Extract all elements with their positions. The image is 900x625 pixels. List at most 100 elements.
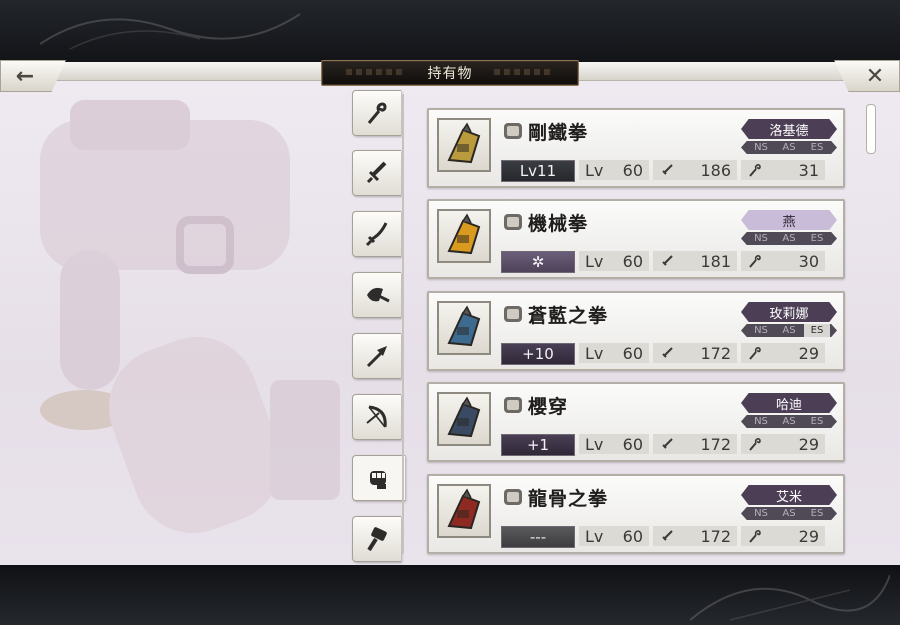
back-arrow-icon: ← (15, 63, 35, 89)
flag-as: AS (782, 508, 796, 519)
skill-flags: NS AS ES (741, 141, 837, 154)
fist-weapon-icon (447, 488, 481, 530)
magic-value: 29 (798, 434, 819, 454)
magic-value: 30 (798, 251, 819, 271)
level-value: 60 (622, 251, 643, 271)
owner-badge: 燕 (741, 210, 837, 230)
magic-stat: 30 (741, 251, 825, 271)
skill-flags: NS AS ES (741, 232, 837, 245)
upgrade-badge: +10 (501, 343, 575, 365)
fist-icon (370, 471, 386, 489)
magic-stat: 29 (741, 343, 825, 363)
list-item[interactable]: 剛鐵拳 洛基德 NS AS ES Lv11 Lv 60 186 31 (427, 108, 845, 188)
flag-as: AS (782, 142, 796, 153)
fist-weapon-icon (447, 305, 481, 347)
flag-as: AS (782, 325, 796, 336)
tab-staff[interactable] (352, 90, 401, 136)
close-icon: ✕ (865, 63, 885, 89)
owner-badge: 玫莉娜 (741, 302, 837, 322)
skill-flags: NS AS ES (741, 415, 837, 428)
tab-katana[interactable] (352, 211, 401, 257)
item-name: 蒼藍之拳 (528, 305, 609, 327)
tab-axe[interactable] (352, 272, 401, 318)
item-name: 龍骨之拳 (528, 488, 609, 510)
spear-icon (366, 346, 387, 368)
upgrade-badge: Lv11 (501, 160, 575, 182)
page-title: 持有物 (321, 60, 579, 86)
staff-stat-icon (749, 164, 761, 177)
tab-sword[interactable] (352, 150, 401, 196)
item-thumbnail (437, 392, 491, 446)
fist-weapon-icon (447, 396, 481, 438)
item-name: 機械拳 (528, 213, 589, 235)
fist-category-icon (504, 306, 522, 322)
ornament-icon (40, 13, 300, 50)
magic-stat: 29 (741, 526, 825, 546)
attack-stat: 172 (653, 434, 737, 454)
attack-stat: 181 (653, 251, 737, 271)
sword-stat-icon (662, 164, 673, 175)
level-label: Lv (585, 343, 604, 363)
level-stat: Lv 60 (579, 434, 649, 454)
attack-value: 172 (700, 343, 731, 363)
level-value: 60 (622, 434, 643, 454)
list-item[interactable]: 機械拳 燕 NS AS ES ✲ Lv 60 181 30 (427, 199, 845, 279)
level-label: Lv (585, 526, 604, 546)
level-label: Lv (585, 251, 604, 271)
attack-value: 181 (700, 251, 731, 271)
axe-icon (367, 287, 390, 303)
flag-ns: NS (754, 508, 768, 519)
staff-stat-icon (749, 530, 761, 543)
upgrade-badge: ✲ (501, 251, 575, 273)
staff-stat-icon (749, 438, 761, 451)
level-stat: Lv 60 (579, 343, 649, 363)
owner-badge: 艾米 (741, 485, 837, 505)
tab-fist[interactable] (352, 455, 405, 501)
background-chest-illustration (40, 100, 340, 534)
flag-as: AS (782, 416, 796, 427)
level-value: 60 (622, 160, 643, 180)
item-stats: ✲ Lv 60 181 30 (501, 251, 825, 273)
item-name: 剛鐵拳 (528, 122, 589, 144)
list-item[interactable]: 櫻穿 哈迪 NS AS ES +1 Lv 60 172 29 (427, 382, 845, 462)
flag-ns: NS (754, 142, 768, 153)
list-item[interactable]: 蒼藍之拳 玫莉娜 NS AS ES +10 Lv 60 172 29 (427, 291, 845, 371)
fist-weapon-icon (447, 213, 481, 255)
staff-icon (367, 102, 387, 124)
hammer-icon (367, 527, 387, 552)
flag-ns: NS (754, 325, 768, 336)
sword-stat-icon (662, 347, 673, 358)
magic-stat: 31 (741, 160, 825, 180)
sword-stat-icon (662, 255, 673, 266)
skill-flags: NS AS ES (741, 324, 837, 337)
item-stats: --- Lv 60 172 29 (501, 526, 825, 548)
item-thumbnail (437, 484, 491, 538)
fist-category-icon (504, 397, 522, 413)
sword-stat-icon (662, 530, 673, 541)
fist-category-icon (504, 214, 522, 230)
flag-as: AS (782, 233, 796, 244)
tab-bow[interactable] (352, 394, 401, 440)
level-label: Lv (585, 160, 604, 180)
staff-stat-icon (749, 255, 761, 268)
sword-stat-icon (662, 438, 673, 449)
owner-badge: 哈迪 (741, 393, 837, 413)
attack-stat: 172 (653, 526, 737, 546)
scrollbar[interactable] (866, 104, 876, 154)
list-item[interactable]: 龍骨之拳 艾米 NS AS ES --- Lv 60 172 29 (427, 474, 845, 554)
fist-category-icon (504, 123, 522, 139)
attack-value: 186 (700, 160, 731, 180)
item-thumbnail (437, 301, 491, 355)
tab-hammer[interactable] (352, 516, 401, 562)
flag-ns: NS (754, 416, 768, 427)
flag-es: ES (810, 233, 824, 244)
sword-icon (366, 161, 387, 184)
magic-value: 29 (798, 526, 819, 546)
magic-stat: 29 (741, 434, 825, 454)
tab-spear[interactable] (352, 333, 401, 379)
owner-badge: 洛基德 (741, 119, 837, 139)
level-stat: Lv 60 (579, 526, 649, 546)
staff-stat-icon (749, 347, 761, 360)
item-thumbnail (437, 209, 491, 263)
upgrade-badge: --- (501, 526, 575, 548)
